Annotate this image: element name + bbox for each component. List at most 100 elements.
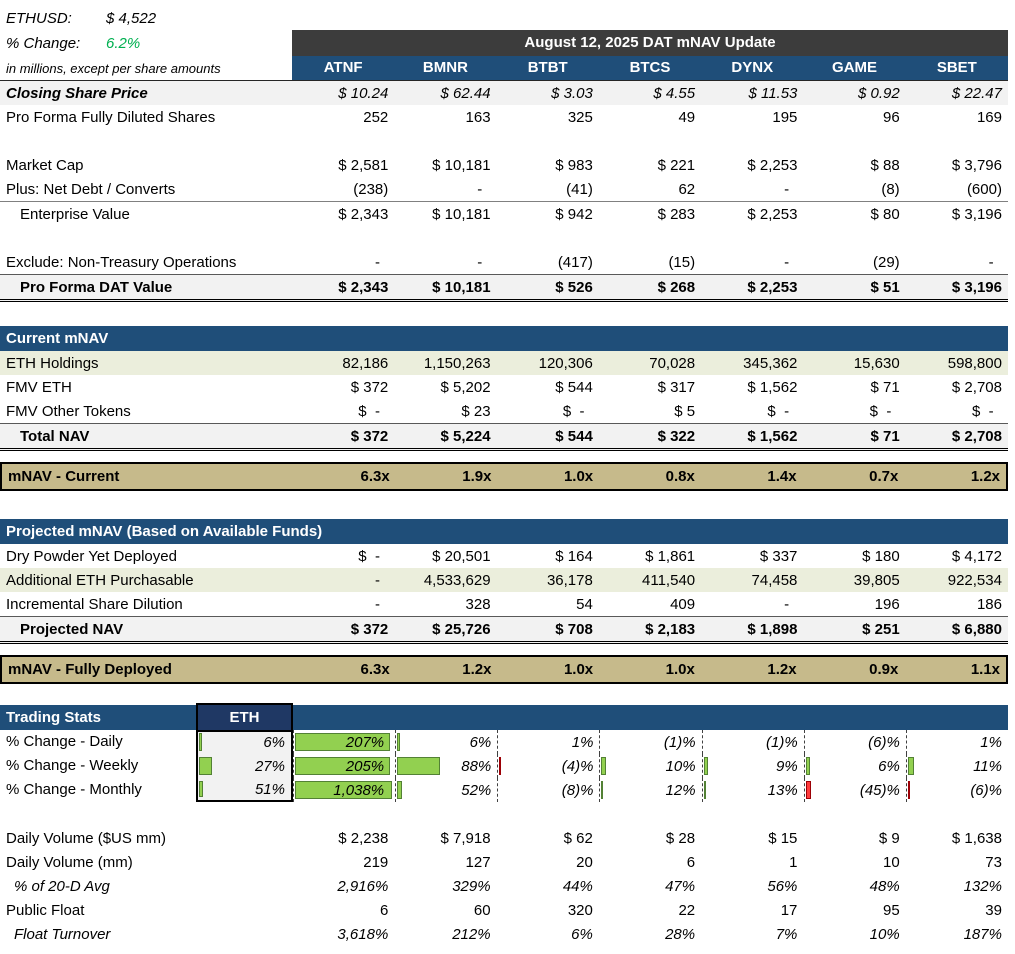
value-cell: $ 20,501: [394, 548, 496, 565]
value-cell: $ 2,253: [701, 279, 803, 296]
mnav-value-cell: 1.1x: [904, 661, 1006, 678]
section-header-current-mnav: Current mNAV: [0, 326, 1008, 351]
table-row: Incremental Share Dilution- 32854409- 19…: [0, 592, 1008, 616]
pct-cell: 207%: [293, 730, 395, 754]
pct-cell: 205%: [293, 754, 395, 778]
mnav-value-cell: 1.2x: [701, 661, 803, 678]
row-label: % of 20-D Avg: [0, 878, 292, 895]
meta-block: ETHUSD: $ 4,522 % Change: 6.2% in millio…: [0, 0, 292, 80]
negative-data-bar: [908, 781, 910, 799]
table-row: Projected NAV$ 372$ 25,726$ 708$ 2,183$ …: [0, 616, 1008, 644]
value-cell: $ 2,343: [292, 206, 394, 223]
header-filler: [293, 705, 1008, 730]
table-row: Daily Volume (mm)21912720611073: [0, 850, 1008, 874]
row-label: % Change - Monthly: [0, 778, 196, 802]
value-cell: 54: [497, 596, 599, 613]
mnav-value-cell: 0.8x: [599, 468, 701, 485]
row-label: Market Cap: [0, 157, 292, 174]
value-cell: $ 25,726: [394, 621, 496, 638]
value-cell: $ 5: [599, 403, 701, 420]
value-cell: $ 2,253: [701, 206, 803, 223]
value-cell: 62: [599, 181, 701, 198]
value-cell: 328: [394, 596, 496, 613]
row-label: Public Float: [0, 902, 292, 919]
value-cell: $ 2,708: [906, 428, 1008, 445]
data-bar: [908, 757, 914, 775]
value-cell: -: [701, 596, 803, 613]
pct-value: 6%: [263, 734, 291, 751]
row-label: Daily Volume (mm): [0, 854, 292, 871]
value-cell: -: [906, 254, 1008, 271]
value-cell: $ 372: [292, 428, 394, 445]
value-cell: $ -: [292, 548, 394, 565]
ticker-header-btcs: BTCS: [599, 56, 701, 80]
spacer: [292, 0, 1008, 30]
table-row: FMV ETH$ 372$ 5,202$ 544$ 317$ 1,562$ 71…: [0, 375, 1008, 399]
pct-value: (1)%: [664, 734, 702, 751]
value-cell: 10%: [803, 926, 905, 943]
pct-value: 6%: [878, 758, 906, 775]
value-cell: 4,533,629: [394, 572, 496, 589]
value-cell: $ 4.55: [599, 85, 701, 102]
negative-data-bar: [806, 781, 811, 799]
value-cell: $ 372: [292, 621, 394, 638]
value-cell: $ 2,343: [292, 279, 394, 296]
table-row: % Change - Weekly27%205%88%(4)%10%9%6%11…: [0, 754, 1008, 778]
mnav-value-cell: 6.3x: [294, 661, 396, 678]
row-label: Plus: Net Debt / Converts: [0, 181, 292, 198]
pct-value: 13%: [768, 782, 804, 799]
units-note: in millions, except per share amounts: [0, 56, 292, 80]
value-cell: $ 5,224: [394, 428, 496, 445]
mnav-value-cell: 1.0x: [599, 661, 701, 678]
pct-cell: (45)%: [804, 778, 906, 802]
mnav-value-cell: 1.0x: [497, 468, 599, 485]
row-label: Projected NAV: [0, 621, 292, 638]
value-cell: 219: [292, 854, 394, 871]
ethusd-line: ETHUSD: $ 4,522: [0, 6, 292, 31]
pct-value: (4)%: [562, 758, 600, 775]
mnav-value-cell: 0.9x: [803, 661, 905, 678]
value-cell: 96: [803, 109, 905, 126]
pct-cell: 6%: [196, 730, 293, 754]
value-cell: $ 88: [803, 157, 905, 174]
value-cell: $ 71: [803, 379, 905, 396]
value-cell: 15,630: [803, 355, 905, 372]
table-row: Closing Share Price$ 10.24$ 62.44$ 3.03$…: [0, 80, 1008, 105]
mnav-value-cell: 1.4x: [701, 468, 803, 485]
mnav-value-cell: 1.2x: [396, 661, 498, 678]
value-cell: (8): [803, 181, 905, 198]
value-cell: -: [394, 254, 496, 271]
row-label: Exclude: Non-Treasury Operations: [0, 254, 292, 271]
mnav-current-band: mNAV - Current 6.3x1.9x1.0x0.8x1.4x0.7x1…: [0, 462, 1008, 491]
value-cell: $ 62.44: [394, 85, 496, 102]
data-bar: [704, 757, 708, 775]
pct-change-line: % Change: 6.2%: [0, 31, 292, 56]
value-cell: -: [701, 254, 803, 271]
row-label: Float Turnover: [0, 926, 292, 943]
table-row: Plus: Net Debt / Converts(238)- (41)62- …: [0, 177, 1008, 201]
title-block: August 12, 2025 DAT mNAV Update ATNFBMNR…: [292, 0, 1008, 80]
value-cell: 163: [394, 109, 496, 126]
value-cell: 187%: [906, 926, 1008, 943]
section-title: Trading Stats: [0, 705, 196, 730]
value-cell: $ 71: [803, 428, 905, 445]
value-cell: $ 283: [599, 206, 701, 223]
value-cell: 320: [497, 902, 599, 919]
value-cell: $ 4,172: [906, 548, 1008, 565]
value-cell: $ 3,196: [906, 206, 1008, 223]
pct-value: 51%: [255, 781, 291, 798]
value-cell: $ -: [803, 403, 905, 420]
value-cell: $ 526: [497, 279, 599, 296]
value-cell: $ 164: [497, 548, 599, 565]
value-cell: $ 28: [599, 830, 701, 847]
value-cell: 598,800: [906, 355, 1008, 372]
value-cell: 120,306: [497, 355, 599, 372]
row-label: Enterprise Value: [0, 206, 292, 223]
report-title: August 12, 2025 DAT mNAV Update: [292, 30, 1008, 56]
ticker-header-dynx: DYNX: [701, 56, 803, 80]
pct-value: 6%: [470, 734, 498, 751]
row-label: mNAV - Fully Deployed: [2, 661, 294, 678]
blank-row: [0, 802, 1008, 826]
value-cell: 36,178: [497, 572, 599, 589]
value-cell: $ 3,196: [906, 279, 1008, 296]
